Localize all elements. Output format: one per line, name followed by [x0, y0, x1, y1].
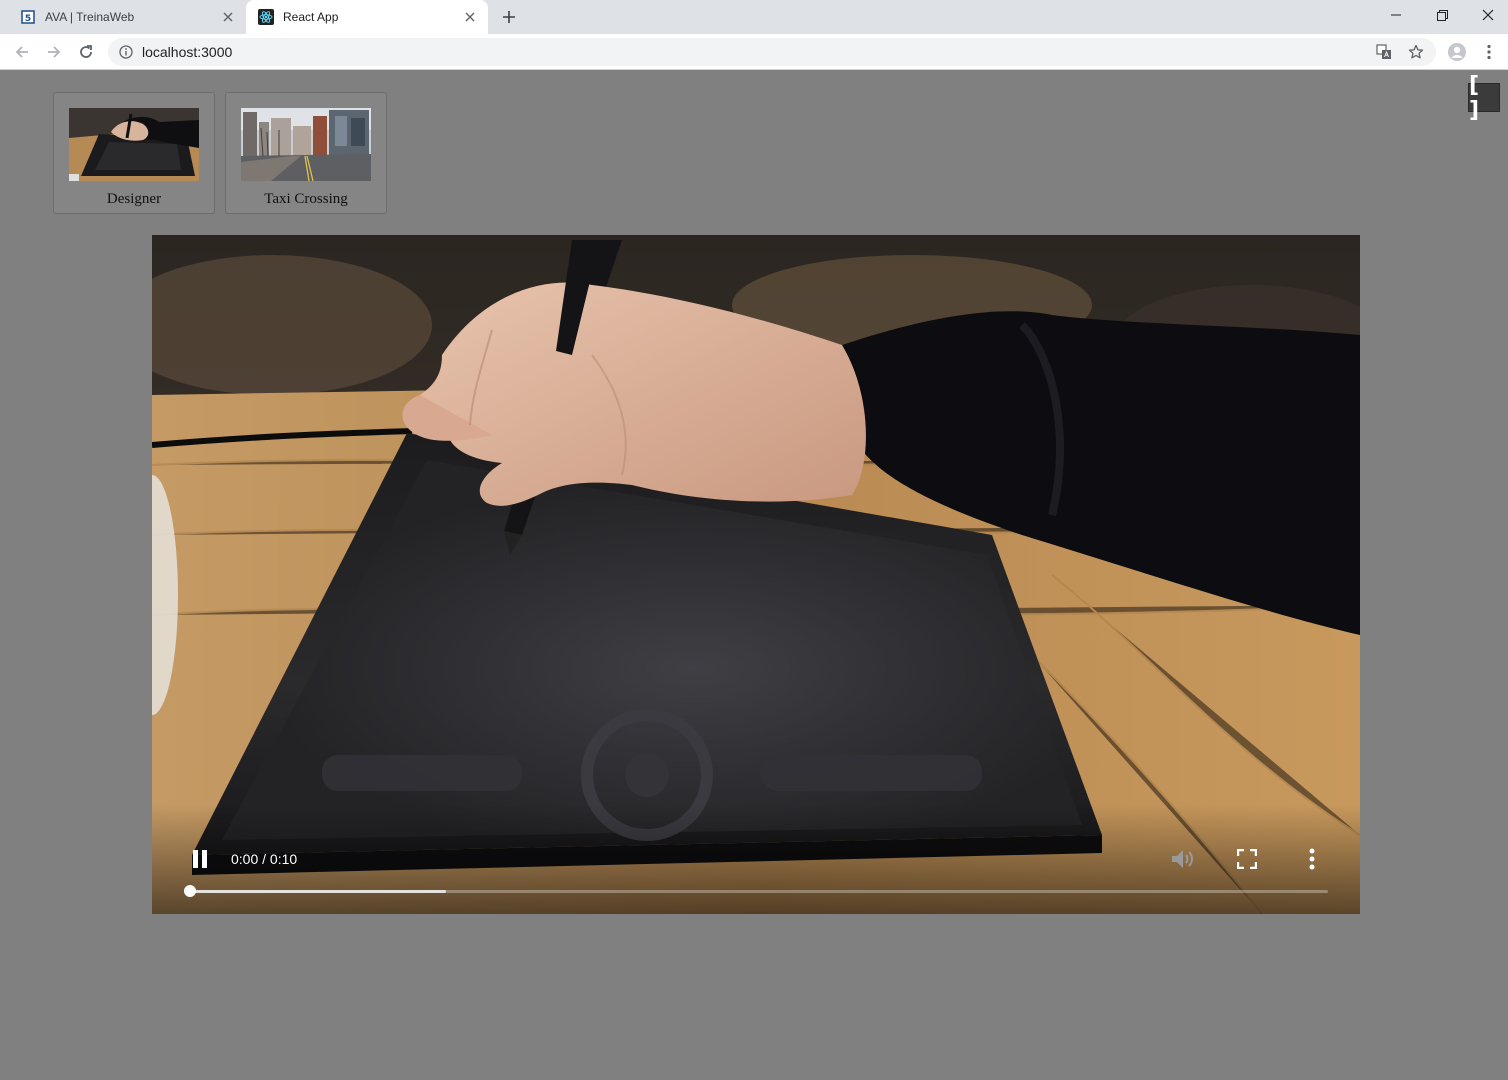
pause-button[interactable] [188, 847, 212, 871]
volume-icon [1172, 850, 1193, 868]
seek-handle[interactable] [184, 885, 196, 897]
time-display: 0:00 / 0:10 [231, 851, 298, 867]
restore-button[interactable] [1419, 0, 1465, 30]
arrow-left-icon [15, 46, 28, 58]
tab-treinaweb[interactable]: 5 AVA | TreinaWeb [8, 0, 246, 34]
player-options-button[interactable] [1298, 845, 1326, 873]
browser-toolbar: localhost:3000 [0, 34, 1508, 70]
video-card-designer[interactable]: Designer [53, 92, 215, 214]
close-icon [1482, 9, 1494, 21]
tab-react-app[interactable]: React App [246, 0, 488, 34]
tab-title: React App [283, 10, 339, 24]
close-tab-icon[interactable] [220, 9, 236, 25]
browser-menu-button[interactable] [1477, 40, 1501, 64]
back-button[interactable] [10, 40, 34, 64]
video-title: Designer [106, 191, 162, 207]
react-icon [258, 9, 274, 25]
close-window-button[interactable] [1465, 0, 1508, 30]
buffered-range [190, 890, 447, 893]
arrow-right-icon [48, 46, 61, 58]
plus-icon [503, 11, 515, 23]
fullscreen-toggle-button[interactable]: [ ] [1468, 73, 1500, 123]
tab-title: AVA | TreinaWeb [45, 10, 135, 24]
video-player[interactable]: 0:00 / 0:10 [152, 235, 1360, 914]
video-thumbnail [69, 108, 199, 181]
video-title: Taxi Crossing [264, 191, 348, 207]
info-icon[interactable] [118, 44, 134, 60]
user-icon [1448, 43, 1466, 61]
more-vertical-icon [1487, 44, 1491, 60]
treinaweb-icon: 5 [20, 9, 36, 25]
forward-button[interactable] [42, 40, 66, 64]
profile-avatar[interactable] [1445, 40, 1469, 64]
minimize-icon [1391, 14, 1401, 16]
restore-icon [1436, 9, 1448, 21]
video-card-taxi-crossing[interactable]: Taxi Crossing [225, 92, 387, 214]
video-thumbnail [241, 108, 371, 181]
star-icon[interactable] [1406, 42, 1426, 62]
svg-text:5: 5 [25, 14, 31, 24]
seek-bar[interactable] [184, 885, 1328, 897]
more-vertical-icon [1309, 848, 1315, 870]
address-bar[interactable]: localhost:3000 [108, 38, 1436, 66]
translate-icon[interactable] [1374, 42, 1394, 62]
close-tab-icon[interactable] [462, 9, 478, 25]
fullscreen-icon [1237, 849, 1257, 869]
reload-button[interactable] [74, 40, 98, 64]
url-text: localhost:3000 [142, 44, 233, 60]
reload-icon [80, 45, 92, 58]
pause-icon [193, 850, 207, 868]
fullscreen-button[interactable] [1233, 845, 1261, 873]
tab-strip: 5 AVA | TreinaWeb React App [0, 0, 1508, 34]
minimize-button[interactable] [1373, 0, 1419, 30]
mute-button[interactable] [1168, 845, 1198, 873]
new-tab-button[interactable] [498, 6, 520, 28]
